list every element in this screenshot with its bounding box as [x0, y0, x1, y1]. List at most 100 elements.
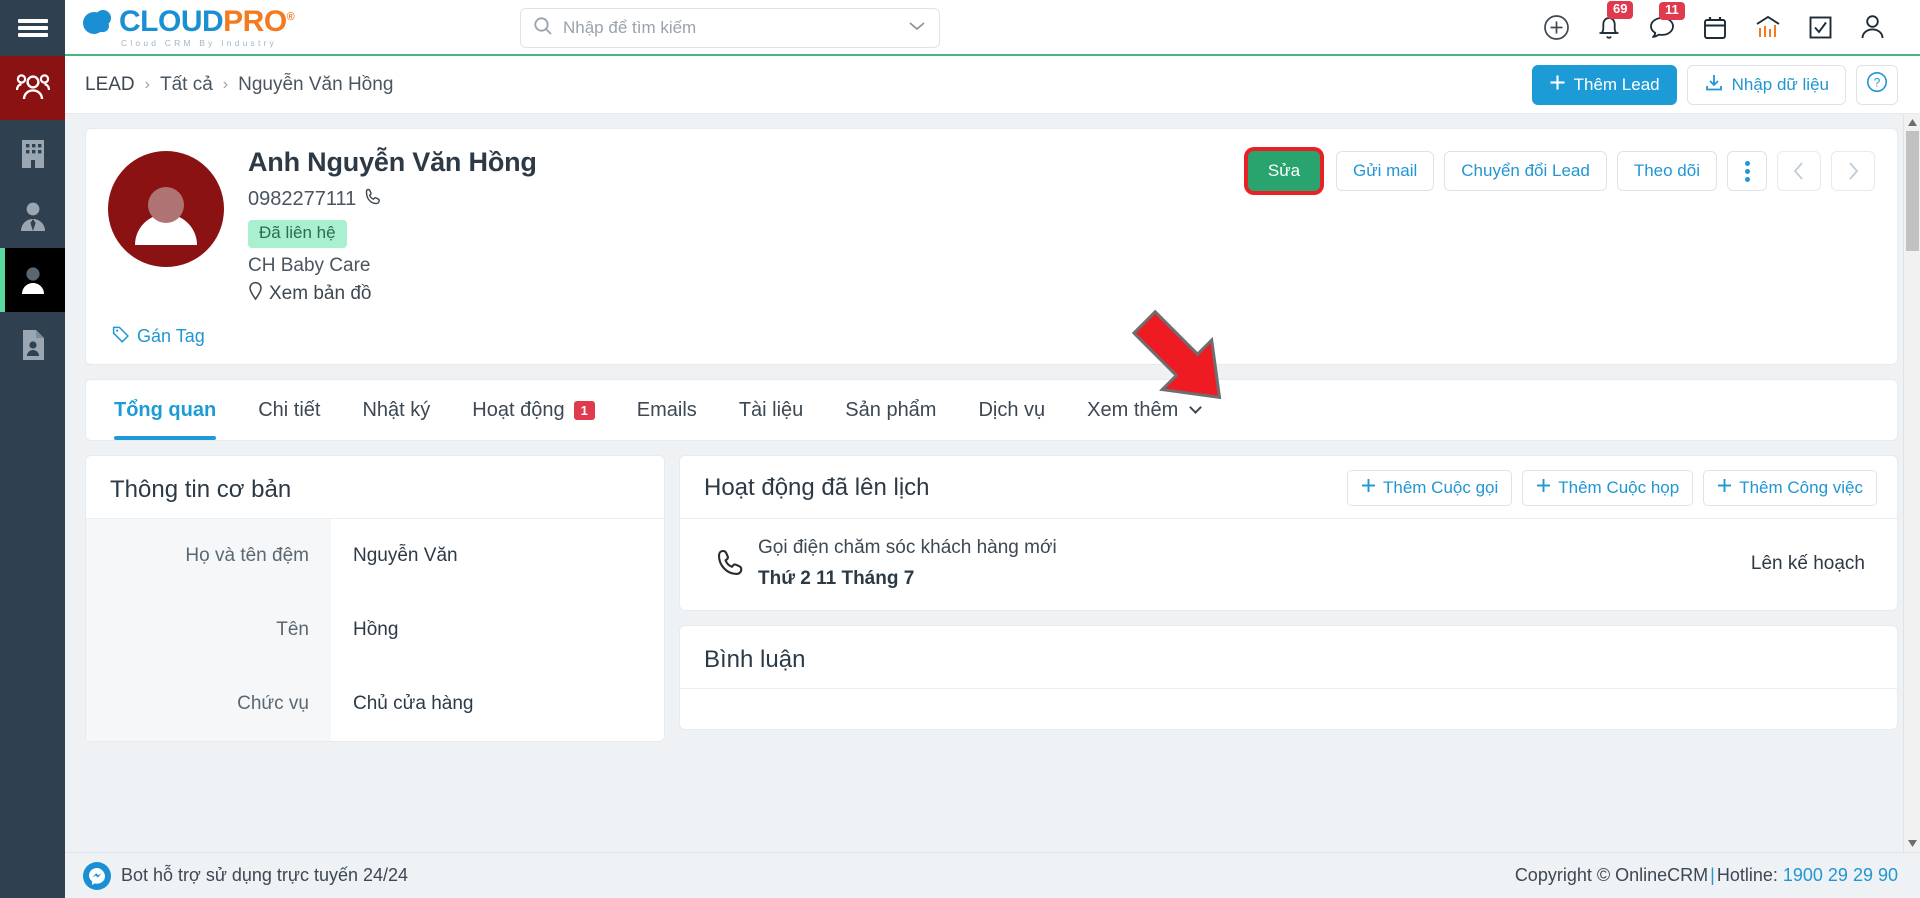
sidebar-item-company[interactable] — [0, 120, 65, 184]
comments-panel: Bình luận — [679, 625, 1898, 730]
import-data-button[interactable]: Nhập dữ liệu — [1686, 64, 1846, 105]
chevron-right-icon[interactable] — [1831, 151, 1875, 191]
tab-chi-tiet[interactable]: Chi tiết — [258, 380, 320, 440]
help-button[interactable]: ? — [1856, 64, 1898, 105]
footer-copyright: Copyright © OnlineCRM | Hotline: 1900 29 2… — [1515, 865, 1898, 886]
checkbox-icon[interactable] — [1808, 15, 1833, 40]
support-bot-label: Bot hỗ trợ sử dụng trực tuyến 24/24 — [121, 865, 409, 885]
profile-action-buttons: Sửa Gửi mail Chuyển đổi Lead Theo dõi — [1248, 151, 1875, 191]
view-map-link[interactable]: Xem bản đồ — [248, 281, 537, 307]
bell-icon[interactable]: 69 — [1596, 1, 1634, 41]
scroll-up-arrow[interactable] — [1904, 114, 1920, 131]
breadcrumb-separator-2: › — [222, 75, 229, 93]
sidebar-item-contacts[interactable] — [0, 184, 65, 248]
chevron-down-icon — [1189, 401, 1203, 414]
add-call-button[interactable]: Thêm Cuộc gọi — [1346, 470, 1513, 506]
activity-status: Lên kế hoạch — [1750, 552, 1865, 574]
vertical-scrollbar[interactable] — [1903, 114, 1920, 852]
activity-date: Thứ 2 11 Tháng 7 — [758, 568, 915, 589]
user-account-icon[interactable] — [1859, 13, 1886, 41]
tab-dich-vu[interactable]: Dịch vụ — [978, 380, 1045, 440]
value-chuc-vu: Chủ cửa hàng — [353, 693, 474, 714]
follow-button[interactable]: Theo dõi — [1616, 151, 1717, 191]
chevron-down-icon[interactable] — [907, 19, 927, 38]
list-item[interactable]: Gọi điện chăm sóc khách hàng mới Thứ 2 1… — [680, 519, 1897, 610]
add-meeting-label: Thêm Cuộc họp — [1558, 478, 1680, 497]
send-mail-button[interactable]: Gửi mail — [1336, 151, 1435, 191]
comments-title: Bình luận — [680, 626, 1897, 689]
hotline-number[interactable]: 1900 29 29 90 — [1783, 865, 1898, 885]
app-logo[interactable]: CLOUDPRO® Cloud CRM By Industry — [83, 4, 295, 48]
global-search[interactable] — [520, 8, 940, 48]
detail-tabs: Tổng quan Chi tiết Nhật ký Hoạt động 1 E… — [85, 379, 1898, 441]
tag-icon — [112, 325, 130, 348]
plus-icon — [1549, 74, 1566, 96]
breadcrumb-separator: › — [144, 75, 150, 93]
add-call-label: Thêm Cuộc gọi — [1382, 478, 1499, 497]
vertical-dots-icon[interactable] — [1727, 151, 1767, 191]
value-ho-ten-dem: Nguyễn Văn — [353, 545, 458, 566]
add-meeting-button[interactable]: Thêm Cuộc họp — [1522, 470, 1694, 506]
label-chuc-vu: Chức vụ — [237, 693, 309, 714]
tab-tai-lieu[interactable]: Tài liệu — [739, 380, 803, 440]
search-input[interactable] — [563, 18, 907, 38]
assign-tag-label: Gán Tag — [137, 326, 205, 346]
edit-button[interactable]: Sửa — [1248, 151, 1320, 191]
cloud-logo-mark — [83, 9, 117, 34]
tab-nhat-ky[interactable]: Nhật ký — [362, 380, 430, 440]
assign-tag-link[interactable]: Gán Tag — [112, 325, 1875, 348]
header-icon-group: 69 11 — [1543, 1, 1908, 41]
add-lead-button[interactable]: Thêm Lead — [1531, 64, 1677, 105]
convert-lead-button[interactable]: Chuyển đổi Lead — [1444, 151, 1607, 191]
analytics-icon[interactable] — [1754, 14, 1782, 41]
activity-text: Gọi điện chăm sóc khách hàng mới Thứ 2 1… — [758, 537, 1057, 590]
value-ten: Hồng — [353, 619, 399, 640]
tab-chi-tiet-label: Chi tiết — [258, 398, 321, 421]
download-icon — [1704, 73, 1724, 97]
building-icon — [19, 136, 47, 168]
contact-tie-icon — [18, 200, 48, 232]
breadcrumb-item-lead[interactable]: LEAD — [85, 74, 135, 96]
support-bot[interactable]: Bot hỗ trợ sử dụng trực tuyến 24/24 — [83, 861, 409, 890]
tab-san-pham-label: Sản phẩm — [845, 398, 937, 421]
copyright-text: Copyright © OnlineCRM — [1514, 865, 1709, 885]
breadcrumb-item-all[interactable]: Tất cả — [160, 74, 213, 96]
tab-hoat-dong[interactable]: Hoạt động 1 — [472, 380, 595, 440]
sidebar-item-documents[interactable] — [0, 312, 65, 376]
scroll-down-arrow[interactable] — [1904, 835, 1920, 852]
overview-panels: Thông tin cơ bản Họ và tên đệm Tên Chức … — [85, 455, 1898, 742]
sidebar-item-group[interactable] — [0, 56, 65, 120]
scheduled-activities-actions: Thêm Cuộc gọi Thêm Cuộc họp Thêm Công vi… — [1346, 470, 1877, 506]
logo-registered-mark: ® — [286, 10, 295, 23]
import-data-label: Nhập dữ liệu — [1731, 74, 1829, 94]
scheduled-activities-panel: Hoạt động đã lên lịch Thêm Cuộc gọi Thêm… — [679, 455, 1898, 611]
add-task-label: Thêm Công việc — [1739, 478, 1863, 497]
page-title: Anh Nguyễn Văn Hồng — [248, 147, 537, 177]
tab-tong-quan[interactable]: Tổng quan — [114, 380, 217, 440]
logo-cloud-text: CLOUD — [119, 4, 224, 38]
chat-bubble-icon[interactable]: 11 — [1648, 2, 1685, 40]
calendar-icon[interactable] — [1702, 14, 1728, 41]
plus-icon — [1717, 478, 1732, 498]
breadcrumb: LEAD › Tất cả › Nguyễn Văn Hồng — [85, 74, 393, 96]
status-badge: Đã liên hệ — [248, 220, 347, 248]
add-task-button[interactable]: Thêm Công việc — [1703, 470, 1877, 506]
lead-company: CH Baby Care — [248, 255, 371, 276]
sidebar-item-leads[interactable] — [0, 248, 65, 312]
phone-icon[interactable] — [364, 187, 383, 212]
view-map-label: Xem bản đồ — [269, 283, 372, 304]
plus-icon — [1536, 478, 1551, 498]
chevron-left-icon[interactable] — [1777, 151, 1821, 191]
basic-info-labels: Họ và tên đệm Tên Chức vụ — [86, 519, 331, 741]
breadcrumb-actions: Thêm Lead Nhập dữ liệu ? — [1531, 64, 1898, 105]
scrollbar-thumb[interactable] — [1906, 131, 1919, 251]
logo-pro-text: PRO — [223, 4, 287, 38]
tab-emails[interactable]: Emails — [637, 380, 697, 440]
footer-pipe: | — [1710, 865, 1715, 885]
hamburger-icon[interactable] — [0, 0, 65, 56]
tab-hoat-dong-badge: 1 — [573, 400, 595, 420]
tab-xem-them[interactable]: Xem thêm — [1087, 380, 1203, 440]
plus-circle-icon[interactable] — [1543, 14, 1570, 41]
lead-profile-card: Anh Nguyễn Văn Hồng 0982277111 Đã liên h… — [85, 128, 1898, 365]
tab-san-pham[interactable]: Sản phẩm — [845, 380, 936, 440]
